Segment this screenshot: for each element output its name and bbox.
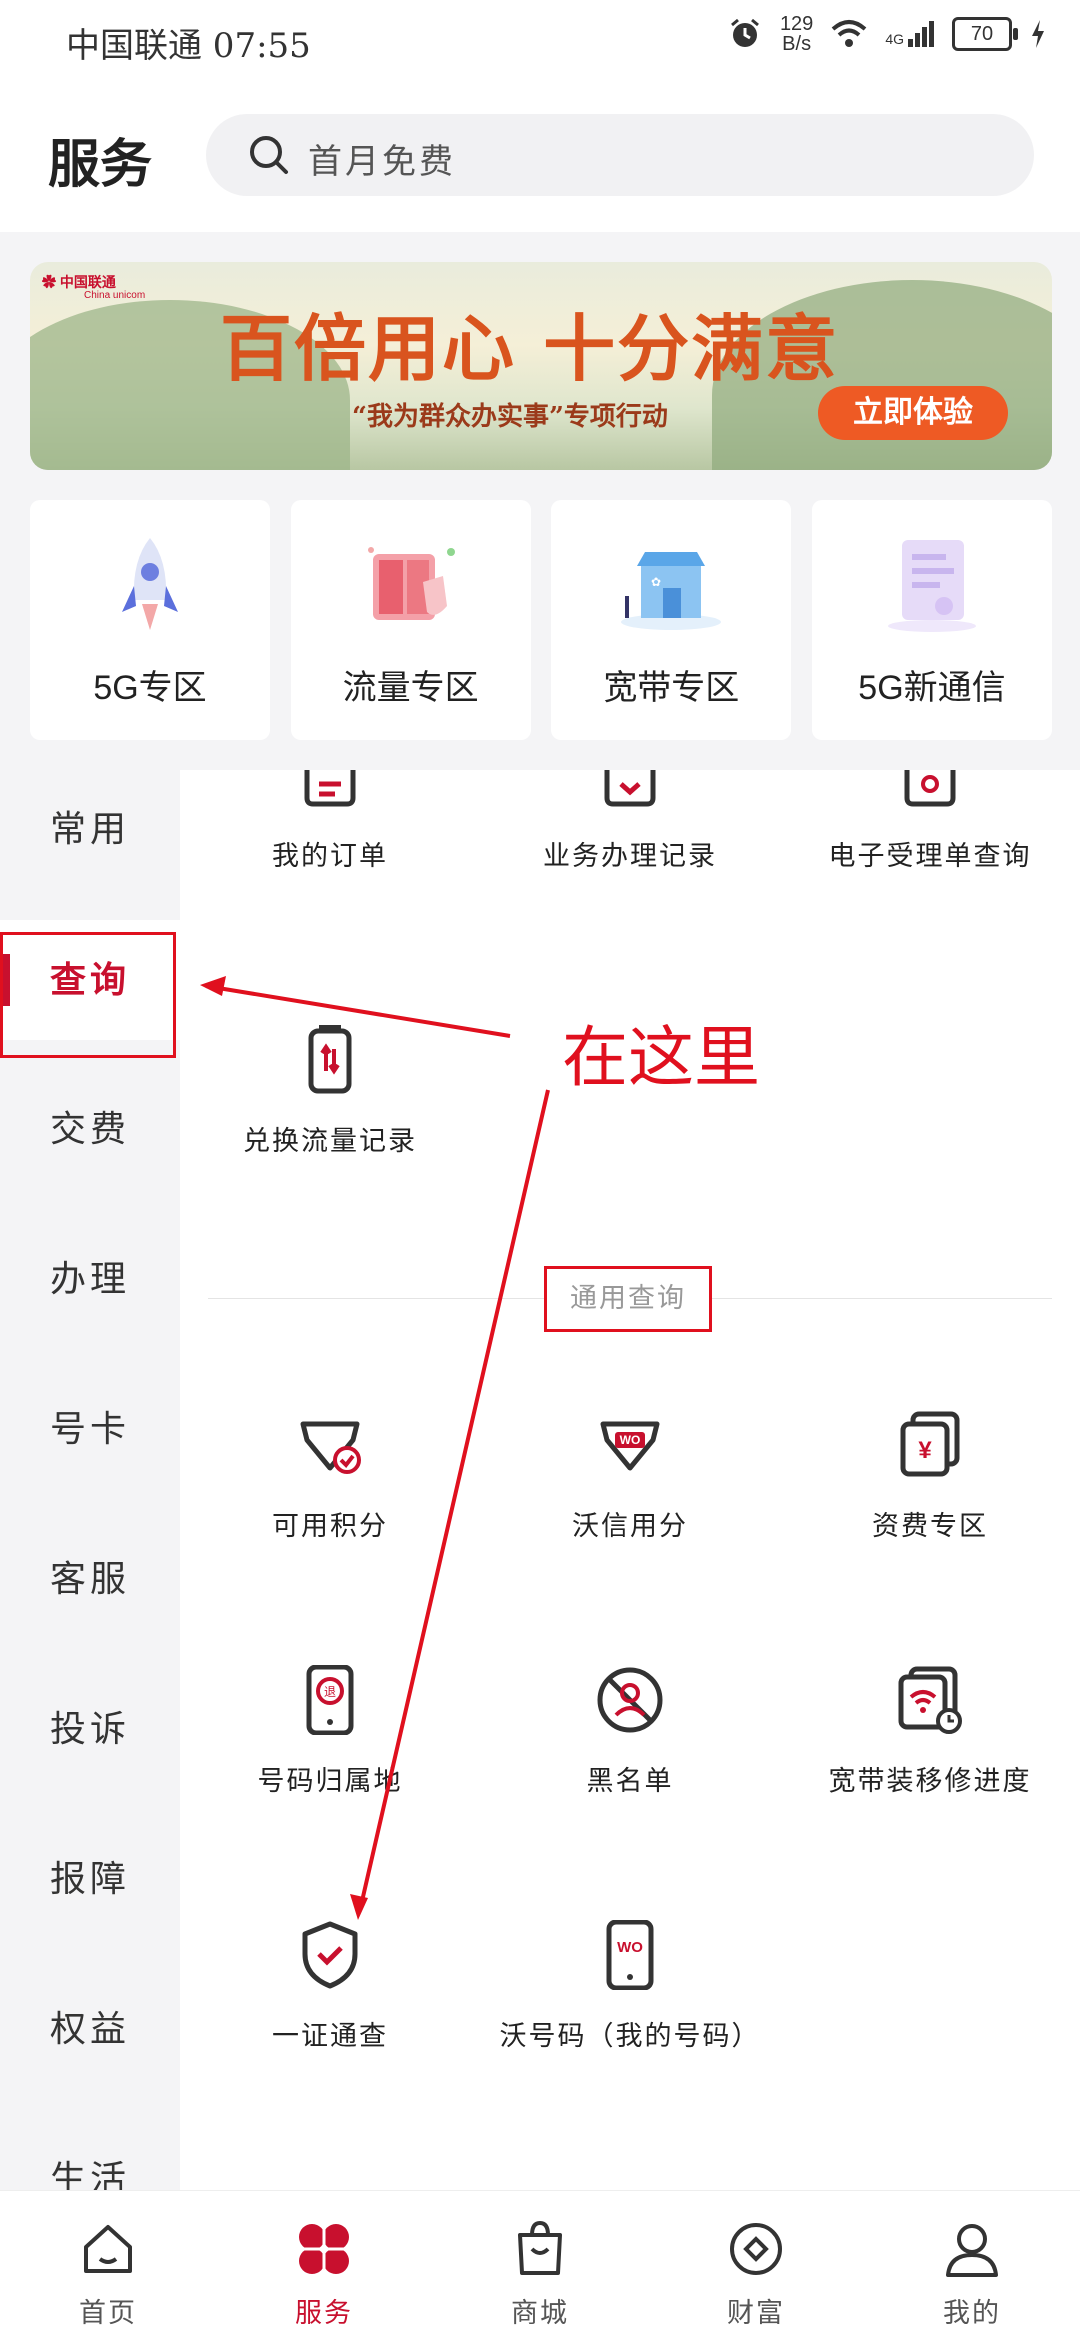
- svg-text:WO: WO: [617, 1939, 643, 1956]
- tile-tariff-zone[interactable]: ¥ 资费专区: [780, 1410, 1080, 1560]
- card-broadband-zone[interactable]: ✿ 宽带专区: [551, 500, 792, 740]
- page-title: 服务: [48, 134, 153, 195]
- sidebar-item-complaint[interactable]: 投诉: [0, 1670, 180, 1790]
- sidebar-item-fault-report[interactable]: 报障: [0, 1820, 180, 1940]
- shopping-bag-icon: [518, 2220, 562, 2275]
- card-data-zone[interactable]: 流量专区: [290, 500, 531, 740]
- signal-icon: 4G: [885, 21, 934, 47]
- tile-business-records[interactable]: 业务办理记录: [480, 740, 780, 890]
- blacklist-icon: [597, 1667, 663, 1733]
- tile-my-orders[interactable]: 我的订单: [180, 740, 480, 890]
- sidebar-item-common[interactable]: 常用: [0, 770, 180, 890]
- wealth-icon: [730, 2223, 782, 2275]
- tariff-icon: ¥: [900, 1411, 960, 1477]
- broadband-store-icon: ✿: [621, 552, 722, 630]
- record-icon: [604, 770, 656, 807]
- wo-credit-icon: WO: [600, 1421, 660, 1471]
- annotation-highlight-box: [0, 932, 176, 1058]
- sidebar-item-handle[interactable]: 办理: [0, 1220, 180, 1340]
- status-bar: 中国联通 07:55 129 B/s 4G 70: [0, 0, 1080, 80]
- annotation-text: 在这里: [562, 1020, 760, 1094]
- search-input[interactable]: 首月免费: [206, 114, 1034, 196]
- promo-banner[interactable]: ✿ 中国联通 China unicom 百倍用心 十分满意 “我为群众办实事”专…: [30, 262, 1052, 470]
- tile-broadband-progress[interactable]: 宽带装移修进度: [780, 1665, 1080, 1815]
- search-placeholder: 首月免费: [308, 142, 456, 182]
- banner-slogan: 百倍用心 十分满意: [220, 306, 840, 391]
- sidebar-item-payment[interactable]: 交费: [0, 1070, 180, 1190]
- broadband-progress-icon: [898, 1666, 962, 1734]
- svg-text:退: 退: [324, 1685, 336, 1699]
- tile-wo-number[interactable]: WO 沃号码（我的号码）: [480, 1920, 780, 2070]
- data-exchange-icon: [308, 1025, 352, 1094]
- svg-text:✿: ✿: [651, 575, 661, 589]
- card-5g-new-message[interactable]: 5G新通信: [811, 500, 1052, 740]
- sidebar-item-customer-service[interactable]: 客服: [0, 1520, 180, 1640]
- svg-text:¥: ¥: [918, 1437, 932, 1464]
- home-icon: [84, 2225, 132, 2273]
- number-location-icon: 退: [306, 1665, 354, 1735]
- unicom-logo: ✿ 中国联通: [42, 274, 116, 290]
- new-message-icon: [887, 540, 976, 632]
- tile-number-location[interactable]: 退 号码归属地: [180, 1665, 480, 1815]
- service-content: 我的订单 业务办理记录 电子受理单查询 兑换流量记录 通用查询 可用积分 WO …: [180, 770, 1080, 2190]
- wifi-icon: [831, 20, 867, 47]
- sidebar-item-benefits[interactable]: 权益: [0, 1970, 180, 2090]
- profile-icon: [946, 2224, 998, 2277]
- section-title-general-query: 通用查询: [544, 1266, 712, 1332]
- id-check-icon: [302, 1921, 358, 1989]
- points-icon: [300, 1421, 361, 1474]
- header: 服务 首月免费: [0, 80, 1080, 232]
- tile-data-exchange-records[interactable]: 兑换流量记录: [180, 1025, 480, 1175]
- sidebar-item-sim-card[interactable]: 号卡: [0, 1370, 180, 1490]
- receipt-icon: [904, 770, 956, 807]
- tab-wealth[interactable]: 财富: [648, 2191, 864, 2341]
- carrier-time: 中国联通 07:55: [66, 26, 311, 66]
- alarm-icon: [730, 18, 759, 47]
- banner-cta-button[interactable]: 立即体验: [818, 386, 1008, 440]
- rocket-icon: [122, 538, 178, 630]
- service-icon: [299, 2224, 349, 2274]
- tab-mine[interactable]: 我的: [864, 2191, 1080, 2341]
- battery-icon: 70: [952, 17, 1018, 51]
- card-5g-zone[interactable]: 5G专区: [30, 500, 270, 740]
- tile-available-points[interactable]: 可用积分: [180, 1410, 480, 1560]
- tile-id-check[interactable]: 一证通查: [180, 1920, 480, 2070]
- tile-e-receipt-query[interactable]: 电子受理单查询: [780, 740, 1080, 890]
- wo-number-icon: WO: [606, 1920, 654, 1990]
- sidebar-item-life[interactable]: 生活: [0, 2120, 180, 2190]
- tile-wo-credit-score[interactable]: WO 沃信用分: [480, 1410, 780, 1560]
- tile-blacklist[interactable]: 黑名单: [480, 1665, 780, 1815]
- quick-cards: 5G专区 流量专区 ✿ 宽带专区 5G新通信: [30, 500, 1052, 740]
- tab-home[interactable]: 首页: [0, 2191, 216, 2341]
- order-icon: [304, 770, 356, 807]
- tab-service[interactable]: 服务: [216, 2191, 432, 2341]
- search-icon: [250, 136, 288, 174]
- unicom-logo-en: China unicom: [84, 290, 146, 301]
- net-speed: 129 B/s: [779, 13, 814, 55]
- banner-subtitle: “我为群众办实事”专项行动: [352, 402, 668, 432]
- charging-icon: [1032, 20, 1044, 48]
- tab-mall[interactable]: 商城: [432, 2191, 648, 2341]
- data-cabinet-icon: [367, 547, 455, 620]
- status-icons: 129 B/s 4G 70: [728, 14, 1046, 54]
- bottom-tab-bar: 首页 服务 商城 财富 我的: [0, 2190, 1080, 2341]
- svg-text:WO: WO: [620, 1433, 641, 1447]
